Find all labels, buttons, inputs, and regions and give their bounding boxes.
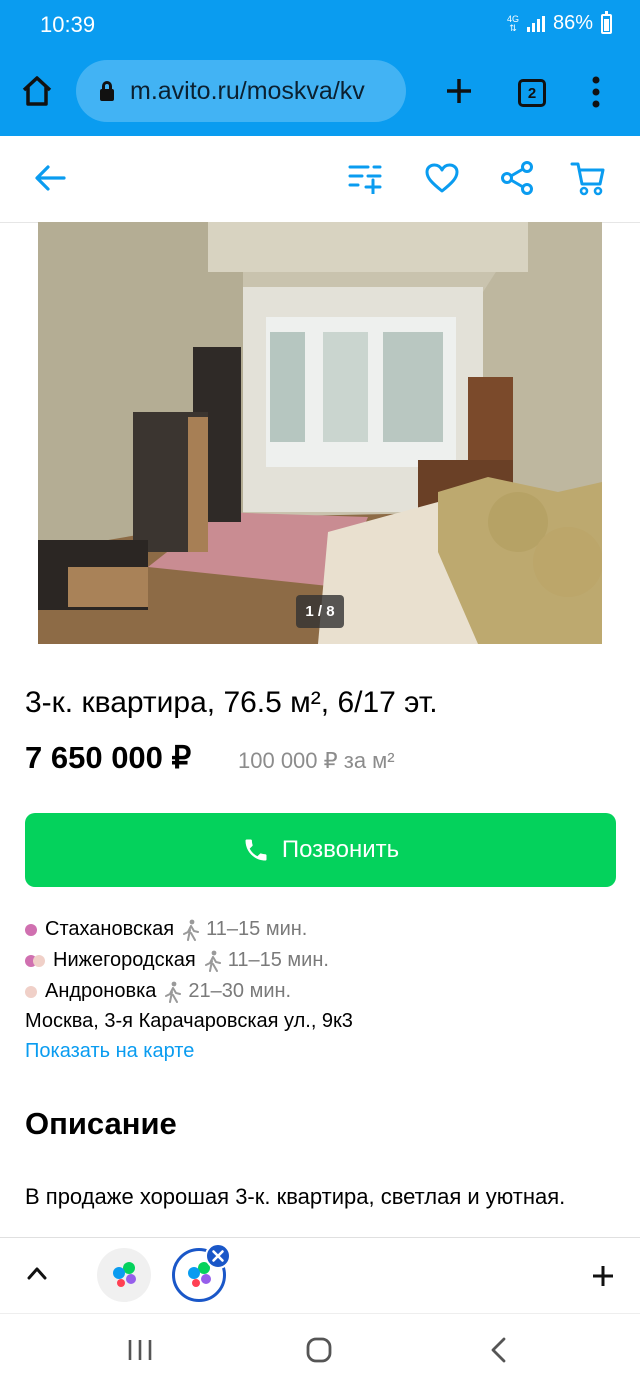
metro-station-name: Нижегородская — [53, 949, 196, 971]
status-icons: 4G ⇅ 86% — [506, 10, 612, 35]
price-per-m2: 100 000 ₽ за м² — [238, 748, 395, 773]
tab-switcher-button[interactable]: 2 — [518, 79, 546, 107]
browser-toolbar: m.avito.ru/moskva/kv 2 — [0, 50, 640, 136]
avito-logo-icon — [113, 1262, 136, 1287]
description-text: В продаже хорошая 3-к. квартира, светлая… — [25, 1184, 566, 1209]
listing-photo[interactable] — [38, 222, 602, 644]
description-heading: Описание — [25, 1106, 177, 1141]
system-nav-bar — [0, 1313, 640, 1388]
cart-icon[interactable] — [570, 160, 606, 196]
metro-line-dot — [25, 985, 37, 998]
network-type: 4G — [506, 13, 519, 24]
address: Москва, 3-я Карачаровская ул., 9к3 — [25, 1010, 353, 1032]
recent-apps-icon[interactable] — [127, 1338, 153, 1362]
close-icon[interactable] — [205, 1243, 231, 1269]
metro-station: Андроновка 21–30 мин. — [25, 980, 291, 1003]
app-bubble[interactable] — [97, 1248, 151, 1302]
walk-icon — [183, 919, 200, 941]
status-time: 10:39 — [40, 12, 96, 37]
compare-list-icon[interactable] — [348, 162, 384, 194]
show-on-map-link[interactable]: Показать на карте — [25, 1040, 194, 1063]
signal-icon — [526, 15, 545, 32]
walk-icon — [204, 950, 221, 972]
back-button-icon[interactable] — [488, 1336, 508, 1364]
metro-line-dot — [33, 954, 45, 967]
network-icon: 4G ⇅ — [506, 13, 519, 33]
new-tab-icon[interactable] — [444, 76, 474, 106]
url-bar[interactable]: m.avito.ru/moskva/kv — [76, 60, 406, 122]
walk-time: 11–15 мин. — [227, 949, 329, 971]
metro-station: Нижегородская 11–15 мин. — [25, 949, 329, 972]
phone-icon — [245, 839, 267, 861]
favorite-heart-icon[interactable] — [424, 162, 460, 194]
home-icon[interactable] — [20, 74, 54, 108]
battery-icon — [601, 10, 612, 34]
battery-percent: 86% — [552, 12, 593, 34]
call-button[interactable]: Позвонить — [25, 813, 616, 887]
metro-station-name: Стахановская — [45, 918, 175, 940]
listing-price: 7 650 000 ₽ — [25, 740, 192, 775]
url-text: m.avito.ru/moskva/kv — [130, 76, 365, 105]
more-menu-icon[interactable] — [588, 74, 604, 110]
listing-title: 3-к. квартира, 76.5 м², 6/17 эт. — [25, 686, 438, 719]
app-toolbar — [0, 136, 640, 223]
walk-icon — [165, 981, 182, 1003]
home-button-icon[interactable] — [305, 1336, 333, 1364]
add-icon[interactable] — [591, 1264, 615, 1288]
walk-time: 11–15 мин. — [206, 918, 308, 940]
bubble-bar — [0, 1237, 640, 1314]
walk-time: 21–30 мин. — [188, 980, 292, 1002]
status-bar: 10:39 4G ⇅ 86% — [0, 0, 640, 50]
metro-station: Стахановская 11–15 мин. — [25, 918, 307, 941]
back-arrow-icon[interactable] — [34, 164, 66, 192]
chevron-up-icon[interactable] — [26, 1265, 48, 1281]
photo-counter: 1 / 8 — [296, 595, 344, 628]
lock-icon — [98, 81, 116, 101]
metro-line-dot — [25, 923, 37, 936]
metro-station-name: Андроновка — [45, 980, 157, 1002]
share-icon[interactable] — [500, 160, 534, 196]
call-button-label: Позвонить — [281, 836, 400, 863]
